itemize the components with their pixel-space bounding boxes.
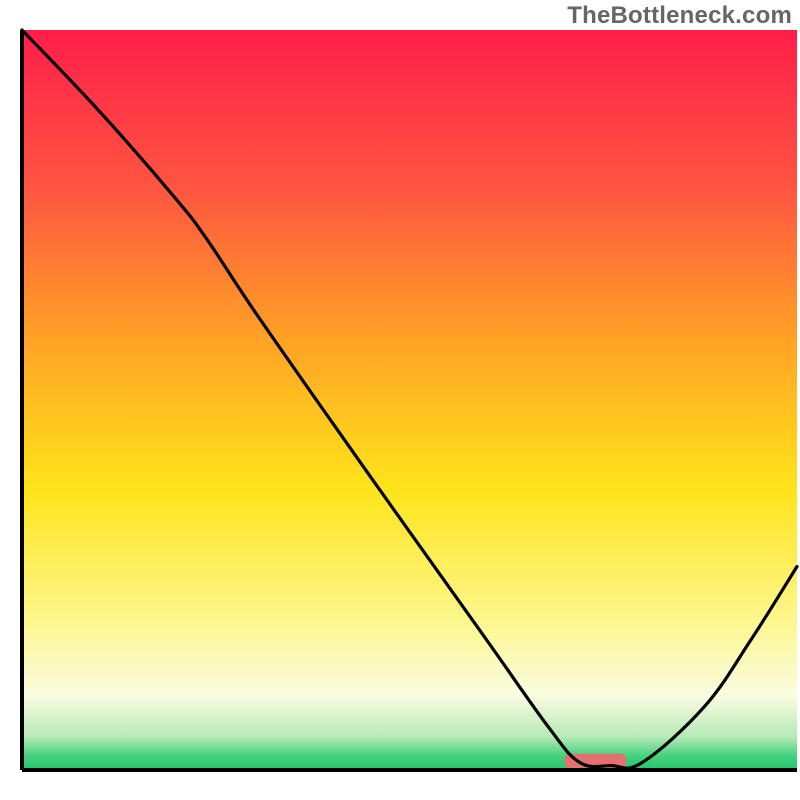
bottleneck-chart	[0, 0, 800, 800]
plot-background	[22, 30, 797, 770]
chart-container: TheBottleneck.com	[0, 0, 800, 800]
watermark-label: TheBottleneck.com	[567, 2, 792, 30]
